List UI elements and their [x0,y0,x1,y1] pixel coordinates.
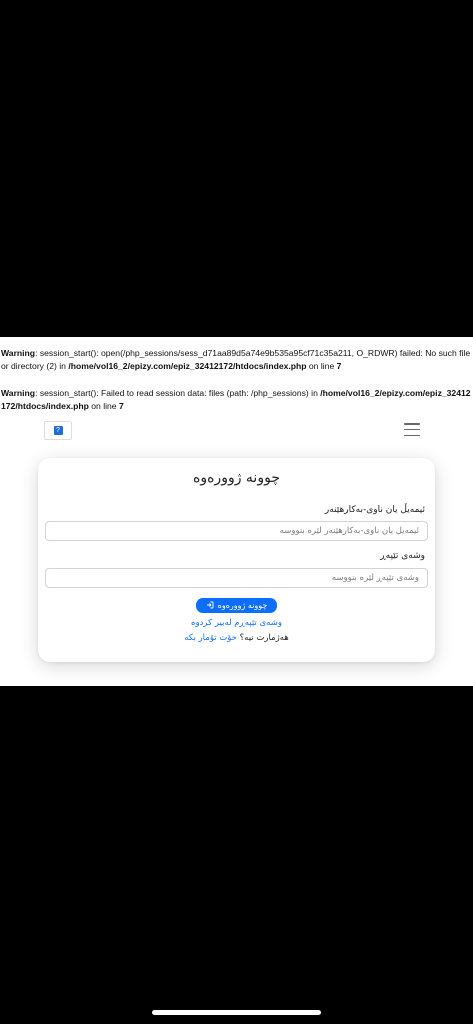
register-prompt: هەژمارت نیە؟ خۆت تۆمار بکە [38,633,435,643]
username-input[interactable] [45,521,428,541]
menu-bar [404,423,420,425]
warning-message: : session_start(): Failed to read sessio… [35,388,321,398]
warning-on-line: on line [306,361,337,371]
sign-in-icon [206,601,214,611]
login-card: چوونە ژوورەوە ئیمەیڵ یان ناوی-بەکارهێنەر… [38,458,435,662]
warning-line-number: 7 [336,361,342,371]
login-button-label: چوونە ژوورەوە [217,601,268,610]
warning-path: /home/vol16_2/epizy.com/epiz_32412172/ht… [68,361,307,371]
hamburger-menu-icon[interactable] [404,423,420,436]
menu-bar [404,428,420,431]
username-label: ئیمەیڵ یان ناوی-بەکارهێنەر [324,505,425,515]
warning-on-line: on line [88,401,119,411]
register-link[interactable]: خۆت تۆمار بکە [184,633,237,643]
warning-label: Warning [1,348,36,358]
web-page: Warning: session_start(): open(/php_sess… [0,337,473,686]
forgot-password-link[interactable]: وشەی تێپەڕم لەبیر کردوە [38,618,435,628]
brand-logo-link[interactable]: ? [44,421,72,440]
home-indicator[interactable] [152,1010,321,1015]
php-warning-1: Warning: session_start(): open(/php_sess… [0,347,472,373]
warning-line-number: 7 [118,401,124,411]
login-title: چوونە ژوورەوە [193,470,280,486]
login-button[interactable]: چوونە ژوورەوە [196,598,277,613]
menu-bar [404,434,420,436]
password-input[interactable] [45,568,428,588]
broken-image-icon: ? [53,426,63,435]
password-label: وشەی تێپەڕ [380,551,425,561]
navbar: ? [0,417,473,443]
no-account-text: هەژمارت نیە؟ [239,633,289,643]
warning-label: Warning [1,388,36,398]
php-warning-2: Warning: session_start(): Failed to read… [0,387,472,413]
